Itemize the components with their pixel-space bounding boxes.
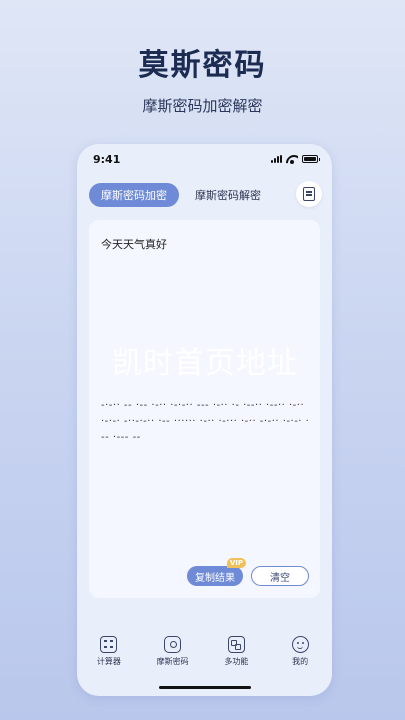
wifi-icon bbox=[286, 155, 298, 164]
status-bar: 9:41 bbox=[93, 152, 320, 166]
copy-result-button[interactable]: 复制结果 VIP bbox=[187, 558, 246, 586]
status-time: 9:41 bbox=[93, 152, 121, 166]
editor-card: 今天天气真好 凯时首页地址 -·-·· -- ·-- ·-·· ·-·-·· -… bbox=[89, 220, 320, 598]
calculator-icon bbox=[100, 636, 118, 653]
tabbar-item-calculator[interactable]: 计算器 bbox=[81, 636, 137, 667]
promo-title: 莫斯密码 bbox=[138, 48, 267, 83]
signal-icon bbox=[271, 155, 282, 163]
vip-badge: VIP bbox=[226, 558, 246, 568]
mode-tabs: 摩斯密码加密 摩斯密码解密 bbox=[89, 181, 322, 208]
watermark-text: 凯时首页地址 bbox=[112, 346, 298, 381]
tabbar-label: 摩斯密码 bbox=[156, 657, 189, 666]
document-icon bbox=[303, 187, 315, 201]
tab-decrypt[interactable]: 摩斯密码解密 bbox=[185, 183, 271, 207]
copy-result-label: 复制结果 bbox=[195, 572, 235, 584]
lock-icon bbox=[164, 636, 182, 653]
tab-encrypt[interactable]: 摩斯密码加密 bbox=[89, 183, 179, 207]
tabbar-label: 多功能 bbox=[224, 657, 249, 666]
smile-icon bbox=[291, 636, 309, 653]
history-button[interactable] bbox=[296, 181, 322, 207]
tabbar-item-mine[interactable]: 我的 bbox=[272, 636, 328, 667]
bottom-tabbar: 计算器 摩斯密码 多功能 我的 bbox=[77, 636, 332, 676]
tabbar-label: 我的 bbox=[292, 657, 309, 666]
tabbar-label: 计算器 bbox=[96, 657, 121, 666]
promo-subtitle: 摩斯密码加密解密 bbox=[142, 97, 263, 115]
grid-icon bbox=[227, 636, 245, 653]
tabbar-item-morse[interactable]: 摩斯密码 bbox=[145, 636, 201, 667]
clear-button[interactable]: 清空 bbox=[251, 566, 309, 586]
morse-output: -·-·· -- ·-- ·-·· ·-·-·· --- ·-·· ·- ·--… bbox=[101, 400, 310, 443]
status-icons bbox=[271, 155, 320, 164]
input-text-area[interactable]: 今天天气真好 bbox=[101, 236, 308, 252]
phone-frame: 9:41 摩斯密码加密 摩斯密码解密 今天天气真好 凯时首页地址 -·-·· -… bbox=[77, 144, 332, 696]
tabbar-item-multifunction[interactable]: 多功能 bbox=[208, 636, 264, 667]
battery-icon bbox=[302, 155, 320, 163]
home-indicator bbox=[159, 686, 251, 689]
